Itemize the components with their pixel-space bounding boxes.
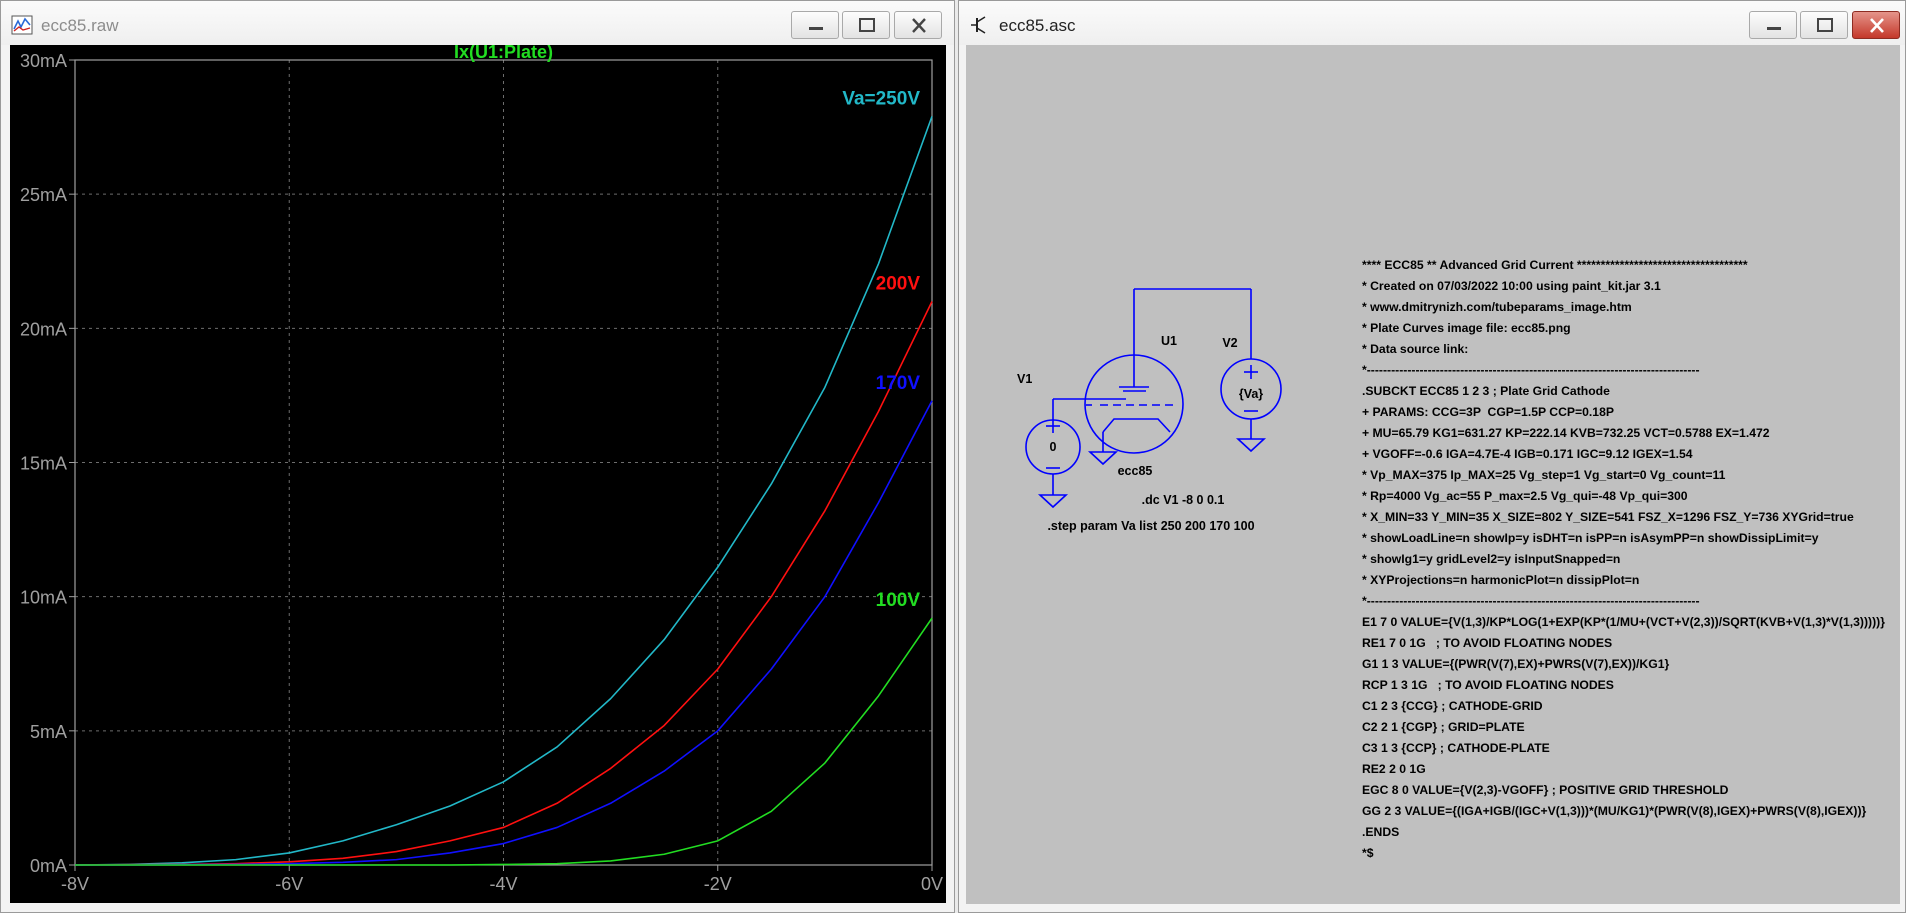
- netlist-line: RE1 7 0 1G ; TO AVOID FLOATING NODES: [1362, 636, 1613, 650]
- v2-value: {Va}: [1239, 387, 1263, 401]
- step-directive[interactable]: .step param Va list 250 200 170 100: [1047, 519, 1254, 533]
- maximize-button[interactable]: [1800, 11, 1848, 39]
- x-tick-label: -2V: [704, 874, 732, 894]
- ground-icon: [1235, 438, 1267, 453]
- close-icon: [912, 18, 926, 33]
- window-title: ecc85.raw: [41, 16, 119, 35]
- netlist-line: * XYProjections=n harmonicPlot=n dissipP…: [1362, 573, 1640, 587]
- y-tick-label: 0mA: [30, 856, 67, 876]
- x-tick-label: -8V: [61, 874, 89, 894]
- y-tick-label: 30mA: [20, 51, 67, 71]
- maximize-icon: [1817, 18, 1833, 32]
- ground-icon: [1087, 451, 1119, 466]
- series-label-3: 100V: [876, 590, 921, 611]
- netlist-line: C1 2 3 {CCG} ; CATHODE-GRID: [1362, 699, 1543, 713]
- netlist-line: *---------------------------------------…: [1362, 363, 1700, 377]
- netlist-line: * Data source link:: [1362, 342, 1469, 356]
- minimize-button[interactable]: [791, 11, 839, 39]
- maximize-button[interactable]: [842, 11, 890, 39]
- minimize-icon: [809, 27, 823, 30]
- netlist-line: * Rp=4000 Vg_ac=55 P_max=2.5 Vg_qui=-48 …: [1362, 489, 1688, 503]
- y-tick-label: 10mA: [20, 588, 67, 608]
- title-bar[interactable]: ecc85.asc: [959, 1, 1905, 45]
- spice-netlist-directive[interactable]: **** ECC85 ** Advanced Grid Current ****…: [1362, 255, 1885, 864]
- netlist-line: *$: [1362, 846, 1374, 860]
- close-icon: [1870, 18, 1884, 33]
- netlist-line: C3 1 3 {CCP} ; CATHODE-PLATE: [1362, 741, 1550, 755]
- plot-pane[interactable]: -8V -6V -4V -2V 0V 0mA 5mA 10mA 15mA 20mA 25mA 30mA…: [10, 45, 946, 903]
- u1-model: ecc85: [1118, 464, 1153, 478]
- plate-current-chart[interactable]: -8V -6V -4V -2V 0V 0mA 5mA 10mA 15mA 20mA 25mA 30mA…: [10, 45, 946, 903]
- series-label-2: 170V: [876, 373, 921, 394]
- series-line-1[interactable]: [74, 301, 933, 866]
- netlist-line: C2 2 1 {CGP} ; GRID=PLATE: [1362, 720, 1525, 734]
- minimize-button[interactable]: [1749, 11, 1797, 39]
- ground-icon: [1037, 494, 1069, 509]
- netlist-line: + PARAMS: CCG=3P CGP=1.5P CCP=0.18P: [1362, 405, 1614, 419]
- y-tick-label: 5mA: [30, 722, 67, 742]
- netlist-line: G1 1 3 VALUE={(PWR(V(7),EX)+PWRS(V(7),EX…: [1362, 657, 1670, 671]
- netlist-line: GG 2 3 VALUE={(IGA+IGB/(IGC+V(1,3)))*(MU…: [1362, 804, 1867, 818]
- netlist-line: * showLoadLine=n showIp=y isDHT=n isPP=n…: [1362, 531, 1819, 545]
- close-button[interactable]: [1852, 11, 1900, 39]
- netlist-line: .ENDS: [1362, 825, 1400, 839]
- series-label-0: Va=250V: [842, 88, 920, 109]
- v1-label: V1: [1017, 372, 1032, 386]
- netlist-line: * Created on 07/03/2022 10:00 using pain…: [1362, 279, 1661, 293]
- netlist-line: RCP 1 3 1G ; TO AVOID FLOATING NODES: [1362, 678, 1614, 692]
- dc-directive[interactable]: .dc V1 -8 0 0.1: [1142, 493, 1225, 507]
- netlist-line: * showIg1=y gridLevel2=y isInputSnapped=…: [1362, 552, 1621, 566]
- u1-label: U1: [1161, 334, 1177, 348]
- y-tick-label: 20mA: [20, 319, 67, 339]
- netlist-line: .SUBCKT ECC85 1 2 3 ; Plate Grid Cathode: [1362, 384, 1610, 398]
- schematic-window: ecc85.asc V1 0 U1 ecc85 V2 {Va} .dc V1 -…: [958, 0, 1906, 913]
- netlist-line: *---------------------------------------…: [1362, 594, 1700, 608]
- netlist-line: * Plate Curves image file: ecc85.png: [1362, 321, 1571, 335]
- y-tick-label: 15mA: [20, 454, 67, 474]
- netlist-line: * www.dmitrynizh.com/tubeparams_image.ht…: [1362, 300, 1632, 314]
- maximize-icon: [859, 18, 875, 32]
- schematic-canvas[interactable]: V1 0 U1 ecc85 V2 {Va} .dc V1 -8 0 0.1 .s…: [966, 45, 1900, 904]
- netlist-line: + VGOFF=-0.6 IGA=4.7E-4 IGB=0.171 IGC=9.…: [1362, 447, 1693, 461]
- x-tick-label: -4V: [489, 874, 517, 894]
- transistor-icon: [969, 15, 991, 35]
- series-label-1: 200V: [876, 274, 921, 295]
- minimize-icon: [1767, 27, 1781, 30]
- x-tick-label: 0V: [921, 874, 943, 894]
- close-button[interactable]: [894, 11, 942, 39]
- netlist-line: RE2 2 0 1G: [1362, 762, 1426, 776]
- netlist-line: * X_MIN=33 Y_MIN=35 X_SIZE=802 Y_SIZE=54…: [1362, 510, 1854, 524]
- window-title: ecc85.asc: [999, 16, 1076, 35]
- y-tick-label: 25mA: [20, 185, 67, 205]
- netlist-line: E1 7 0 VALUE={V(1,3)/KP*LOG(1+EXP(KP*(1/…: [1362, 615, 1885, 629]
- waveform-window: ecc85.raw -8V -6V -4V -2V 0V 0mA 5mA 10mA 15mA 20…: [0, 0, 955, 913]
- v2-label: V2: [1222, 336, 1237, 350]
- chart-title[interactable]: Ix(U1:Plate): [454, 45, 553, 62]
- netlist-line: EGC 8 0 VALUE={V(2,3)-VGOFF} ; POSITIVE …: [1362, 783, 1729, 797]
- netlist-line: **** ECC85 ** Advanced Grid Current ****…: [1362, 258, 1748, 272]
- x-tick-label: -6V: [275, 874, 303, 894]
- netlist-line: + MU=65.79 KG1=631.27 KP=222.14 KVB=732.…: [1362, 426, 1770, 440]
- title-bar[interactable]: ecc85.raw: [1, 1, 954, 45]
- v1-value: 0: [1050, 440, 1057, 454]
- waveform-icon: [11, 15, 33, 35]
- netlist-line: * Vp_MAX=375 Ip_MAX=25 Vg_step=1 Vg_star…: [1362, 468, 1726, 482]
